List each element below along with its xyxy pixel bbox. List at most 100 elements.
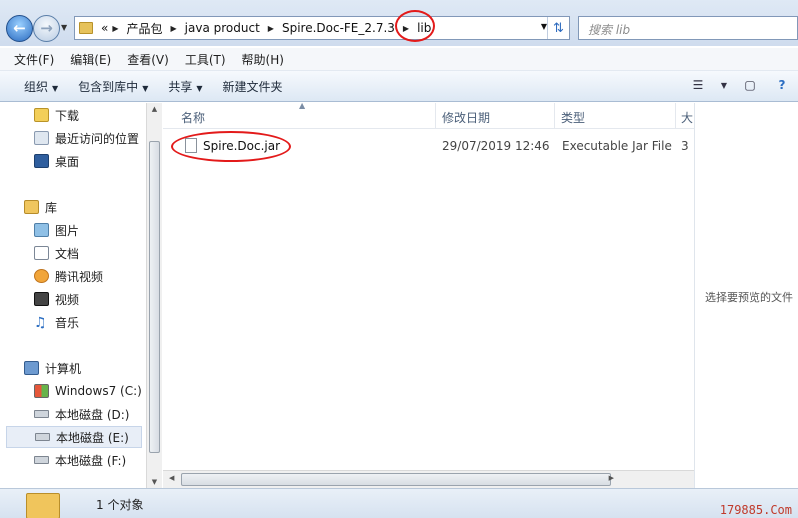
nav-item-recent-places[interactable]: 最近访问的位置	[34, 127, 139, 149]
include-in-library-button[interactable]: 包含到库中 ▼	[68, 78, 158, 95]
nav-group-computer[interactable]: 计算机	[24, 357, 81, 379]
menu-bar: 文件(F) 编辑(E) 查看(V) 工具(T) 帮助(H)	[0, 48, 798, 70]
chevron-down-icon: ▼	[142, 83, 149, 93]
scroll-right-icon[interactable]: ▶	[609, 474, 614, 482]
hscrollbar-thumb[interactable]	[181, 473, 611, 486]
item-count: 1 个对象	[96, 498, 144, 512]
back-button[interactable]: ←	[6, 15, 33, 42]
search-input[interactable]: 搜索 lib	[578, 16, 798, 40]
menu-file[interactable]: 文件(F)	[6, 51, 62, 68]
nav-item-drive-f[interactable]: 本地磁盘 (F:)	[34, 449, 126, 471]
nav-label: 库	[45, 200, 58, 215]
nav-item-documents[interactable]: 文档	[34, 242, 79, 264]
column-type[interactable]: 类型	[561, 109, 585, 126]
nav-label: 本地磁盘 (E:)	[56, 430, 129, 445]
column-divider[interactable]	[435, 103, 436, 129]
chevron-down-icon[interactable]: ▼	[714, 76, 734, 94]
nav-item-desktop[interactable]: 桌面	[34, 150, 79, 172]
share-label: 共享	[168, 79, 193, 94]
preview-pane: 选择要预览的文件	[694, 103, 798, 488]
scroll-left-icon[interactable]: ◀	[169, 474, 174, 482]
download-folder-icon	[34, 108, 49, 122]
forward-button[interactable]: →	[33, 15, 60, 42]
music-note-icon: ♫	[34, 315, 47, 331]
address-bar-area: ← → ▼ « ▶ 产品包 ▶ java product ▶ Spire.Doc…	[0, 0, 798, 46]
hard-drive-icon	[34, 456, 49, 464]
view-controls: ☰ ▼ ▢ ?	[682, 76, 798, 94]
nav-label: 音乐	[55, 315, 80, 330]
scroll-up-icon[interactable]: ▲	[149, 105, 160, 113]
organize-button[interactable]: 组织 ▼	[14, 78, 68, 95]
tencent-video-icon	[34, 269, 49, 283]
nav-item-tencent-video[interactable]: 腾讯视频	[34, 265, 103, 287]
hard-drive-icon	[34, 410, 49, 418]
view-list-icon[interactable]: ☰	[688, 76, 708, 94]
sort-ascending-icon: ▲	[299, 101, 306, 110]
column-divider[interactable]	[675, 103, 676, 129]
chevron-down-icon: ▼	[52, 83, 59, 93]
status-bar: 1 个对象 179885.Com	[0, 488, 798, 518]
scroll-down-icon[interactable]: ▼	[149, 478, 160, 486]
nav-item-videos[interactable]: 视频	[34, 288, 79, 310]
scrollbar-thumb[interactable]	[149, 141, 160, 453]
watermark: 179885.Com	[719, 503, 792, 517]
preview-placeholder: 选择要预览的文件	[705, 291, 793, 304]
folder-icon	[79, 22, 93, 34]
file-list-hscrollbar[interactable]: ◀ ▶	[163, 470, 694, 488]
address-field[interactable]: « ▶ 产品包 ▶ java product ▶ Spire.Doc-FE_2.…	[74, 16, 570, 40]
folder-icon	[26, 493, 60, 518]
file-name: Spire.Doc.jar	[203, 139, 281, 153]
help-icon[interactable]: ?	[772, 76, 792, 94]
navigation-pane: 下载 最近访问的位置 桌面 库 图片 文档 腾讯视频 视频 ♫ 音乐 计算机 Wi…	[0, 103, 146, 488]
video-icon	[34, 292, 49, 306]
nav-label: 计算机	[45, 361, 82, 376]
chevron-down-icon: ▼	[196, 83, 203, 93]
nav-item-drive-c[interactable]: Windows7 (C:)	[34, 380, 142, 402]
menu-view[interactable]: 查看(V)	[119, 51, 177, 68]
nav-label: 图片	[55, 223, 80, 238]
document-icon	[34, 246, 49, 260]
command-toolbar: 组织 ▼ 包含到库中 ▼ 共享 ▼ 新建文件夹 ☰ ▼ ▢ ?	[0, 70, 798, 102]
column-modified-date[interactable]: 修改日期	[442, 109, 490, 126]
nav-item-drive-e[interactable]: 本地磁盘 (E:)	[6, 426, 142, 448]
hard-drive-icon	[35, 433, 50, 441]
column-header-row: ▲ 名称 修改日期 类型 大	[163, 101, 694, 129]
new-folder-button[interactable]: 新建文件夹	[213, 78, 293, 95]
nav-label: 腾讯视频	[55, 269, 104, 284]
include-in-library-label: 包含到库中	[78, 79, 139, 94]
recent-pages-dropdown[interactable]: ▼	[61, 23, 67, 32]
menu-edit[interactable]: 编辑(E)	[62, 51, 119, 68]
menu-tools[interactable]: 工具(T)	[177, 51, 234, 68]
column-size[interactable]: 大	[681, 109, 693, 126]
file-type: Executable Jar File	[562, 139, 672, 153]
nav-label: 视频	[55, 292, 80, 307]
share-button[interactable]: 共享 ▼	[158, 78, 212, 95]
nav-label: 最近访问的位置	[55, 131, 140, 146]
nav-item-downloads[interactable]: 下载	[34, 104, 79, 126]
file-row[interactable]: Spire.Doc.jar 29/07/2019 12:46 Executabl…	[173, 135, 693, 157]
breadcrumb-item[interactable]: java product	[177, 21, 268, 35]
column-name[interactable]: 名称	[181, 109, 205, 126]
column-divider[interactable]	[554, 103, 555, 129]
nav-label: 本地磁盘 (D:)	[55, 407, 130, 422]
breadcrumb-item[interactable]: 产品包	[119, 20, 171, 37]
nav-item-drive-d[interactable]: 本地磁盘 (D:)	[34, 403, 129, 425]
breadcrumb-overflow[interactable]: «	[97, 21, 112, 35]
nav-item-pictures[interactable]: 图片	[34, 219, 79, 241]
nav-group-libraries[interactable]: 库	[24, 196, 57, 218]
file-date: 29/07/2019 12:46	[442, 139, 550, 153]
nav-label: 文档	[55, 246, 80, 261]
preview-pane-icon[interactable]: ▢	[740, 76, 760, 94]
arrow-right-icon: →	[40, 19, 53, 37]
nav-item-music[interactable]: ♫ 音乐	[34, 311, 79, 333]
navigation-scrollbar[interactable]: ▲ ▼	[146, 103, 162, 488]
refresh-icon[interactable]: ⇅	[547, 17, 569, 39]
library-icon	[24, 200, 39, 214]
breadcrumb-item[interactable]: Spire.Doc-FE_2.7.3	[274, 21, 403, 35]
breadcrumb-current[interactable]: lib	[409, 21, 439, 35]
nav-label: Windows7 (C:)	[55, 384, 142, 398]
arrow-left-icon: ←	[13, 19, 26, 37]
nav-label: 下载	[55, 108, 80, 123]
menu-help[interactable]: 帮助(H)	[234, 51, 292, 68]
recent-places-icon	[34, 131, 49, 145]
